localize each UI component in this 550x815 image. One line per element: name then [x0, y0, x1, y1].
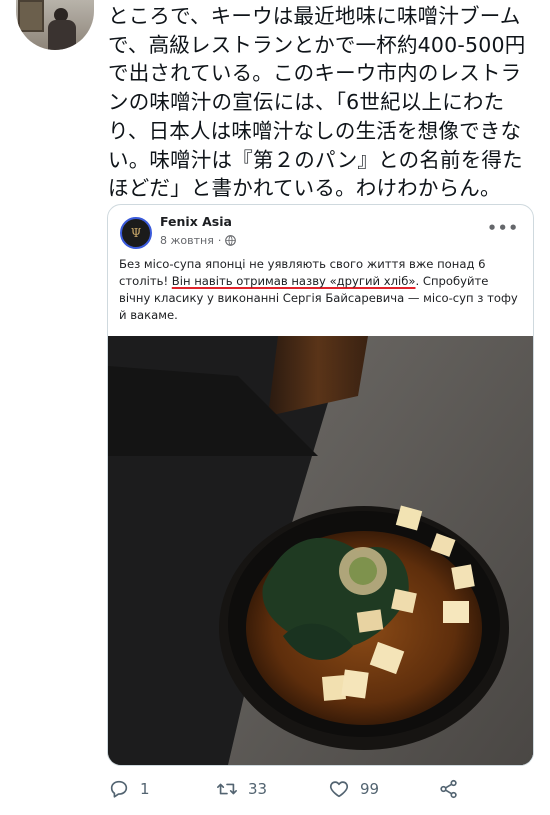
tweet-text: ところで、キーウは最近地味に味噌汁ブーム で、高級レストランとかで一杯約400-… — [108, 4, 526, 201]
like-button[interactable]: 99 — [328, 778, 379, 800]
avatar-person-body — [48, 20, 76, 50]
share-icon — [440, 779, 457, 799]
miso-soup-photo[interactable] — [108, 336, 533, 765]
globe-icon — [225, 235, 237, 246]
heart-icon — [329, 781, 349, 798]
photo-illustration — [108, 336, 533, 765]
page-name[interactable]: Fenix Asia — [160, 214, 232, 229]
reply-icon — [110, 780, 128, 798]
meta-separator: · — [217, 234, 222, 247]
embedded-facebook-post[interactable]: Ψ Fenix Asia 8 жовтня · ••• Без місо-суп… — [107, 204, 534, 766]
share-button[interactable] — [438, 778, 460, 800]
reply-button[interactable]: 1 — [108, 778, 150, 800]
avatar-background-frame — [18, 0, 44, 32]
tweet-actions: 1 33 99 — [108, 778, 528, 808]
retweet-count: 33 — [248, 780, 268, 798]
more-horizontal-icon[interactable]: ••• — [487, 219, 519, 237]
reply-count: 1 — [140, 780, 150, 798]
retweet-button[interactable]: 33 — [216, 778, 267, 800]
post-header: Ψ Fenix Asia 8 жовтня · ••• — [108, 205, 533, 251]
post-meta: 8 жовтня · — [160, 234, 237, 247]
author-avatar[interactable] — [16, 0, 94, 50]
post-text-highlight: Він навіть отримав назву «другий хліб» — [171, 274, 416, 288]
post-date[interactable]: 8 жовтня — [160, 234, 214, 247]
retweet-icon — [217, 783, 237, 795]
page-logo[interactable]: Ψ — [120, 217, 152, 249]
like-count: 99 — [360, 780, 380, 798]
post-text: Без місо-супа японці не уявляють свого ж… — [119, 256, 519, 324]
